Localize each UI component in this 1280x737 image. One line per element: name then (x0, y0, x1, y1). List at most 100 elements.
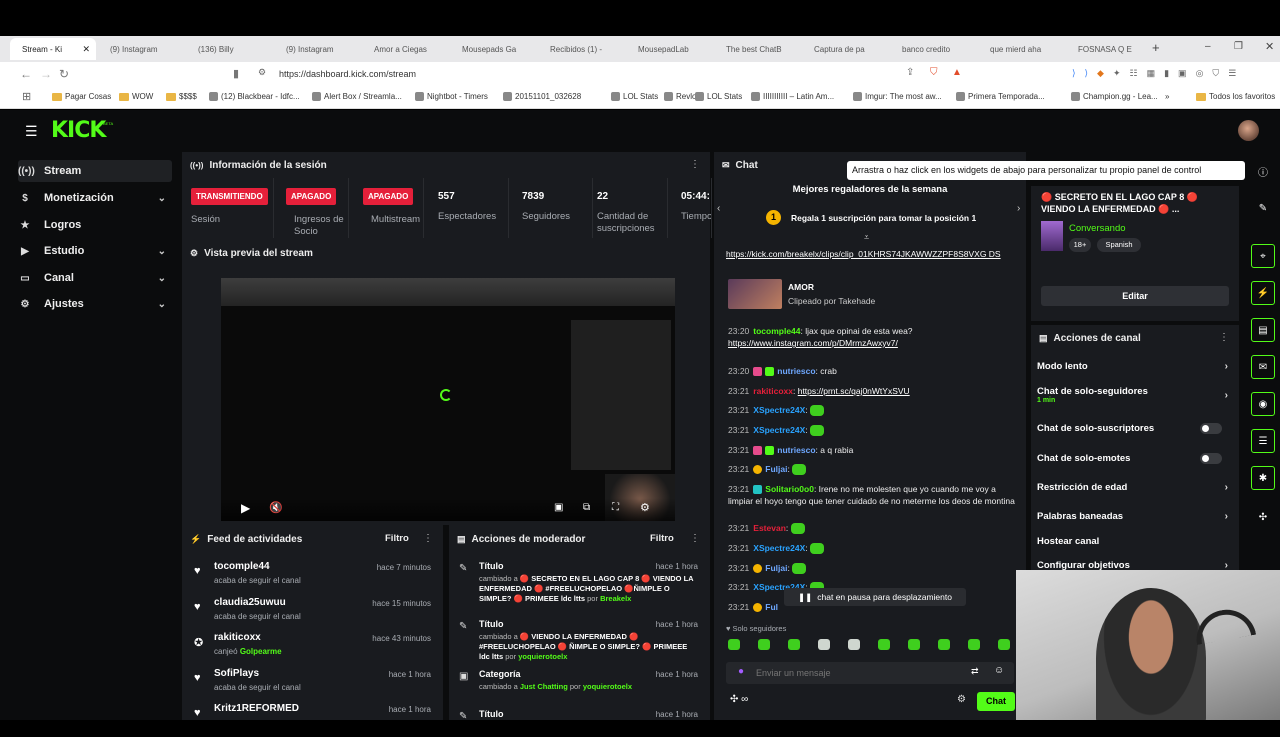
chat-message[interactable]: 23:21 XSpectre24X: (728, 404, 1018, 417)
extension-puzzle-icon[interactable]: ✦ (1113, 68, 1130, 78)
new-tab-button[interactable]: + (1152, 40, 1160, 55)
grid-icon[interactable]: ✣ (1251, 505, 1275, 529)
channel-actions-menu-icon[interactable]: ⋮ (1219, 332, 1229, 343)
channel-action-chat-de-solo-suscriptores[interactable]: Chat de solo-suscriptores (1037, 423, 1232, 434)
chat-message-input[interactable] (756, 664, 956, 682)
site-info-icon[interactable]: ⚙ (258, 67, 266, 78)
chat-extras-icon[interactable]: ✣ ∞ (730, 694, 748, 705)
chat-message[interactable]: 23:21 Fuljai: (728, 562, 1018, 575)
browser-tab[interactable]: The best ChatB (716, 38, 800, 60)
feed-item[interactable]: ♥ SofiPlays hace 1 hora acaba de seguir el … (182, 668, 443, 702)
extension-icon[interactable]: ⛉ (1212, 68, 1228, 78)
feed-username[interactable]: tocomple44 (214, 561, 270, 572)
browser-tab[interactable]: FOSNASA Q E (1068, 38, 1152, 60)
bookmark-item[interactable]: Revlo (664, 92, 696, 101)
browser-tab[interactable]: Stream - Ki ✕ (10, 38, 96, 60)
sidebar-item-logros[interactable]: ★ Logros (18, 214, 172, 236)
mic-icon[interactable]: ● (738, 666, 744, 677)
sidebar-item-canal[interactable]: ▭ Canal ⌄ (18, 267, 172, 289)
metamask-icon[interactable]: ◆ (1097, 68, 1113, 78)
bookmark-item[interactable]: Imgur: The most aw... (853, 92, 942, 101)
gifters-next-icon[interactable]: › (1017, 203, 1020, 214)
share-icon[interactable]: ⇪ (906, 67, 914, 78)
chat-username[interactable]: nutriesco (777, 366, 815, 376)
emote-shortcut-icon[interactable] (938, 639, 950, 650)
chat-username[interactable]: rakiticoxx (753, 386, 793, 396)
channel-action-chat-de-solo-emotes[interactable]: Chat de solo-emotes (1037, 453, 1232, 464)
stream-tag[interactable]: 18+ (1069, 238, 1091, 252)
mod-filter-button[interactable]: Filtro (650, 533, 674, 544)
emoji-icon[interactable]: ☺ (994, 665, 1004, 676)
emote-shortcut-icon[interactable] (788, 639, 800, 650)
extension-icon[interactable]: ☷ (1130, 68, 1147, 78)
mute-icon[interactable]: 🔇 (269, 501, 283, 514)
session-menu-icon[interactable]: ⋮ (690, 159, 700, 170)
brave-rewards-icon[interactable]: ▲ (952, 67, 962, 78)
chat-link[interactable]: https://www.instagram.com/p/DMrmzAwxyv7/ (728, 338, 898, 348)
chat-username[interactable]: XSpectre24X (753, 425, 805, 435)
emote-shortcut-icon[interactable] (968, 639, 980, 650)
close-window-icon[interactable]: ✕ (1265, 40, 1274, 53)
channel-action-hostear-canal[interactable]: Hostear canal (1037, 536, 1232, 547)
channel-action-restricci-n-de-edad[interactable]: Restricción de edad › (1037, 482, 1232, 493)
chat-bubble-icon[interactable]: ✉ (1251, 355, 1275, 379)
bookmark-item[interactable]: WOW (119, 92, 153, 101)
bookmark-item[interactable]: Alert Box / Streamla... (312, 92, 402, 101)
chat-username[interactable]: XSpectre24X (753, 543, 805, 553)
chat-message[interactable]: 23:20 nutriesco: crab (728, 365, 1018, 377)
mod-user[interactable]: Breakelx (600, 594, 631, 603)
feed-menu-icon[interactable]: ⋮ (423, 533, 433, 544)
bookmark-item[interactable]: Pagar Cosas (52, 92, 111, 101)
feed-item[interactable]: ✪ rakiticoxx hace 43 minutos canjeó Golpear… (182, 632, 443, 666)
emote-shortcut-icon[interactable] (998, 639, 1010, 650)
reload-icon[interactable]: ↻ (59, 67, 69, 81)
bookmark-item[interactable]: Todos los favoritos (1196, 92, 1275, 101)
user-avatar[interactable] (1238, 120, 1259, 141)
collapse-icon[interactable]: ⩡ (864, 232, 869, 243)
browser-tab[interactable]: Amor a Ciegas (364, 38, 448, 60)
channel-action-chat-de-solo-seguidores[interactable]: Chat de solo-seguidores 1 min › (1037, 386, 1232, 404)
scan-icon[interactable]: ⌖ (1251, 244, 1275, 268)
feed-username[interactable]: rakiticoxx (214, 632, 261, 643)
chat-username[interactable]: Fuljai (765, 464, 787, 474)
wallet-icon[interactable]: ▣ (1178, 68, 1196, 78)
list-icon[interactable]: ☰ (1251, 429, 1275, 453)
toggle-switch[interactable] (1200, 423, 1222, 434)
feed-item[interactable]: ♥ tocomple44 hace 7 minutos acaba de seguir… (182, 561, 443, 595)
broadcast-icon[interactable]: ◉ (1251, 392, 1275, 416)
chat-link[interactable]: https://prnt.sc/qaj0nWtYxSVU (798, 386, 910, 396)
fullscreen-icon[interactable]: ⛶ (612, 502, 619, 513)
sidebar-item-estudio[interactable]: ▶ Estudio ⌄ (18, 240, 172, 262)
bookmark-item[interactable]: 20151101_032628 (503, 92, 581, 101)
bookmark-item[interactable]: Primera Temporada... (956, 92, 1045, 101)
chat-settings-icon[interactable]: ⚙ (957, 694, 966, 705)
chat-paused-banner[interactable]: ❚❚ chat en pausa para desplazamiento (784, 588, 966, 606)
back-icon[interactable]: ← (20, 67, 32, 81)
profile-icon[interactable]: ◎ (1196, 68, 1213, 78)
browser-tab[interactable]: Mousepads Ga (452, 38, 536, 60)
chat-message[interactable]: 23:21 Solitario0o0: Irene no me molesten … (728, 483, 1018, 507)
mod-user[interactable]: yoquierotoelx (583, 682, 632, 691)
chat-message[interactable]: 23:21 XSpectre24X: (728, 542, 1018, 555)
browser-tab[interactable]: (9) Instagram (100, 38, 184, 60)
chat-message[interactable]: 23:20 tocomple44: ljax que opinai de esta… (728, 325, 1018, 349)
hamburger-menu-icon[interactable]: ☰ (25, 123, 38, 140)
kick-logo[interactable]: KICK (51, 118, 106, 143)
feed-item[interactable]: ♥ Kritz1REFORMED hace 1 hora (182, 703, 443, 737)
bookmark-item[interactable]: IIIIIIIIIII – Latin Am... (751, 92, 834, 101)
bookmark-item[interactable]: LOL Stats (611, 92, 658, 101)
chat-message[interactable]: 23:21 Fuljai: (728, 463, 1018, 476)
theatre-icon[interactable]: ▣ (554, 502, 563, 513)
browser-tab[interactable]: (9) Instagram (276, 38, 360, 60)
feed-filter-button[interactable]: Filtro (385, 533, 409, 544)
emote-shortcut-icon[interactable] (908, 639, 920, 650)
toggle-switch[interactable] (1200, 453, 1222, 464)
extension-icon[interactable]: ▮ (1164, 68, 1178, 78)
chat-username[interactable]: Fuljai (765, 563, 787, 573)
minimize-icon[interactable]: – (1205, 41, 1211, 52)
gifters-cta[interactable]: Regala 1 suscripción para tomar la posic… (791, 213, 976, 223)
gifters-prev-icon[interactable]: ‹ (717, 203, 720, 214)
bookmark-item[interactable]: $$$$ (166, 92, 197, 101)
category-thumbnail[interactable] (1041, 221, 1063, 251)
chat-username[interactable]: Ful (765, 602, 778, 612)
